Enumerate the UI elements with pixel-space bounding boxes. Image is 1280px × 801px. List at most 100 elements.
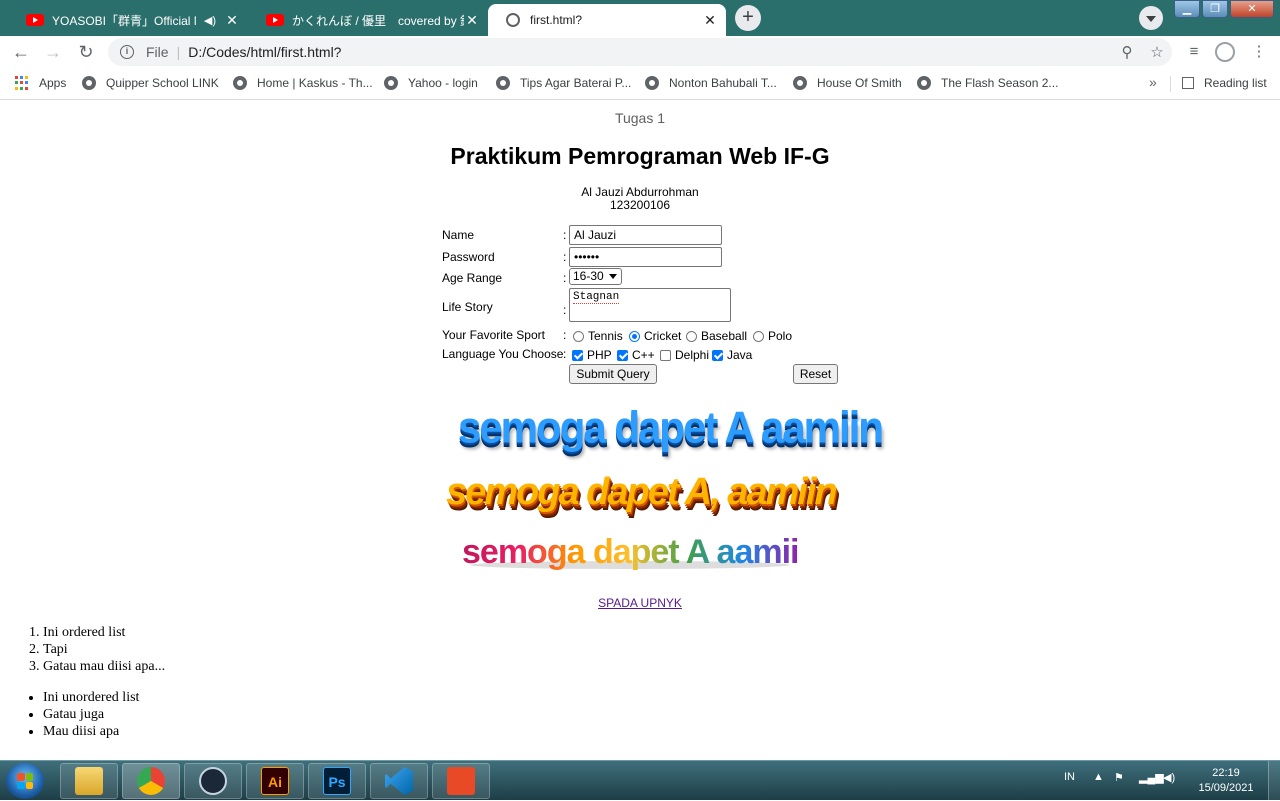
wordart-image-blue: semoga dapet A aamiin	[458, 402, 884, 453]
sport-label: Baseball	[701, 329, 748, 343]
speaker-icon[interactable]: ◀)	[204, 14, 216, 27]
taskbar-vscode[interactable]	[370, 763, 428, 799]
spada-upnyk-link[interactable]: SPADA UPNYK	[598, 596, 682, 610]
checkbox[interactable]	[712, 349, 723, 361]
reading-list-button[interactable]: Reading list	[1182, 76, 1267, 90]
taskbar-steam[interactable]	[184, 763, 242, 799]
globe-icon	[496, 76, 510, 90]
tab-first-html[interactable]: first.html? ✕	[488, 4, 726, 36]
bookmarks-divider	[1170, 76, 1171, 92]
bookmark-tips-baterai[interactable]: Tips Agar Baterai P...	[496, 76, 631, 90]
forward-arrow-icon[interactable]: →	[40, 39, 66, 65]
close-tab-icon[interactable]: ✕	[224, 12, 240, 29]
profile-avatar-icon[interactable]	[1213, 40, 1237, 64]
radio-button[interactable]	[686, 330, 697, 342]
action-center-icon[interactable]: ⚑	[1114, 771, 1124, 784]
language-option-delphi[interactable]: Delphi	[660, 348, 709, 362]
new-tab-button[interactable]: +	[735, 5, 761, 31]
sport-option-baseball[interactable]: Baseball	[686, 329, 747, 343]
taskbar-photoshop[interactable]: Ps	[308, 763, 366, 799]
form-colon: :	[563, 250, 567, 264]
close-tab-icon[interactable]: ✕	[464, 12, 480, 29]
bookmark-star-icon[interactable]: ☆	[1142, 43, 1172, 61]
volume-icon[interactable]: ◀)	[1163, 771, 1175, 784]
unordered-list: Ini unordered list Gatau juga Mau diisi …	[0, 689, 165, 740]
back-arrow-icon[interactable]: ←	[8, 39, 34, 65]
bookmark-apps[interactable]: Apps	[15, 76, 66, 90]
bookmark-label: Apps	[39, 76, 67, 90]
bookmark-the-flash[interactable]: The Flash Season 2...	[917, 76, 1058, 90]
age-range-value: 16-30	[573, 269, 604, 283]
tab-kakurenbo[interactable]: かくれんぼ / 優里 covered by 鈴 ✕	[248, 4, 488, 36]
address-bar[interactable]: i File | D:/Codes/html/first.html? ⚲ ☆	[108, 38, 1172, 66]
taskbar-illustrator[interactable]: Ai	[246, 763, 304, 799]
bookmark-label: Nonton Bahubali T...	[669, 76, 777, 90]
radio-button[interactable]	[629, 330, 640, 342]
life-story-textarea[interactable]: Stagnan	[569, 288, 731, 322]
checkbox[interactable]	[572, 349, 583, 361]
bookmark-quipper[interactable]: Quipper School LINK	[82, 76, 219, 90]
bookmarks-bar: Apps Quipper School LINK Home | Kaskus -…	[0, 68, 1280, 100]
reload-icon[interactable]: ↻	[73, 39, 99, 65]
language-option-php[interactable]: PHP	[572, 348, 612, 362]
file-explorer-icon	[75, 767, 103, 795]
start-button[interactable]	[6, 763, 44, 799]
info-icon[interactable]: i	[120, 45, 134, 59]
taskbar-file-explorer[interactable]	[60, 763, 118, 799]
url-text[interactable]: D:/Codes/html/first.html?	[188, 44, 1112, 60]
globe-icon	[506, 13, 520, 27]
bookmark-bahubali[interactable]: Nonton Bahubali T...	[645, 76, 777, 90]
bookmark-kaskus[interactable]: Home | Kaskus - Th...	[233, 76, 373, 90]
name-input[interactable]: Al Jauzi	[569, 225, 722, 245]
checkbox[interactable]	[617, 349, 628, 361]
sport-option-polo[interactable]: Polo	[753, 329, 792, 343]
checkbox[interactable]	[660, 349, 671, 361]
age-range-select[interactable]: 16-30	[569, 268, 622, 285]
sport-option-tennis[interactable]: Tennis	[573, 329, 623, 343]
radio-button[interactable]	[753, 330, 764, 342]
youtube-icon	[26, 14, 44, 26]
language-indicator[interactable]: IN	[1064, 771, 1075, 783]
language-name: C++	[632, 348, 655, 362]
zoom-search-icon[interactable]: ⚲	[1112, 43, 1142, 61]
show-desktop-button[interactable]	[1268, 761, 1280, 801]
language-option-java[interactable]: Java	[712, 348, 752, 362]
menu-kebab-icon[interactable]: ⋮	[1247, 40, 1271, 64]
globe-icon	[645, 76, 659, 90]
sport-option-cricket[interactable]: Cricket	[629, 329, 681, 343]
taskbar-chrome[interactable]	[122, 763, 180, 799]
browser-toolbar: ← → ↻ i File | D:/Codes/html/first.html?…	[0, 36, 1280, 68]
radio-button[interactable]	[573, 330, 584, 342]
youtube-icon	[266, 14, 284, 26]
submit-query-button[interactable]: Submit Query	[569, 364, 657, 384]
globe-icon	[233, 76, 247, 90]
windows-taskbar: Ai Ps IN ▲ ⚑ ▂▄▆ ◀) 22:19 15/09/2021	[0, 760, 1280, 801]
close-tab-icon[interactable]: ✕	[702, 12, 718, 29]
bookmark-label: Tips Agar Baterai P...	[520, 76, 632, 90]
minimize-button[interactable]: ▁	[1174, 0, 1200, 18]
tab-yoasobi[interactable]: YOASOBI「群青」Official Mu ◀) ✕	[8, 4, 248, 36]
reading-list-icon	[1182, 77, 1194, 89]
vscode-icon	[385, 767, 413, 795]
favorite-sport-label: Your Favorite Sport	[442, 328, 545, 342]
page-content: Tugas 1 Praktikum Pemrograman Web IF-G A…	[0, 101, 1280, 760]
illustrator-icon: Ai	[261, 767, 289, 795]
tab-title: かくれんぼ / 優里 covered by 鈴	[292, 13, 464, 28]
maximize-button[interactable]: ❐	[1202, 0, 1228, 18]
bookmark-label: Home | Kaskus - Th...	[257, 76, 373, 90]
tab-search-icon[interactable]	[1139, 6, 1163, 30]
password-input[interactable]: ••••••	[569, 247, 722, 267]
reset-button[interactable]: Reset	[793, 364, 838, 384]
taskbar-office[interactable]	[432, 763, 490, 799]
list-item: Tapi	[43, 641, 165, 658]
more-bookmarks-button[interactable]: »	[1149, 74, 1157, 90]
close-window-button[interactable]: ✕	[1230, 0, 1274, 18]
language-option-cpp[interactable]: C++	[617, 348, 655, 362]
bookmark-house-of-smith[interactable]: House Of Smith	[793, 76, 902, 90]
show-hidden-icons-icon[interactable]: ▲	[1093, 771, 1104, 783]
form-colon: :	[563, 328, 567, 342]
network-signal-icon[interactable]: ▂▄▆	[1139, 771, 1164, 784]
system-clock[interactable]: 22:19 15/09/2021	[1194, 766, 1258, 796]
media-control-icon[interactable]: ≡	[1182, 40, 1206, 64]
bookmark-yahoo[interactable]: Yahoo - login	[384, 76, 478, 90]
